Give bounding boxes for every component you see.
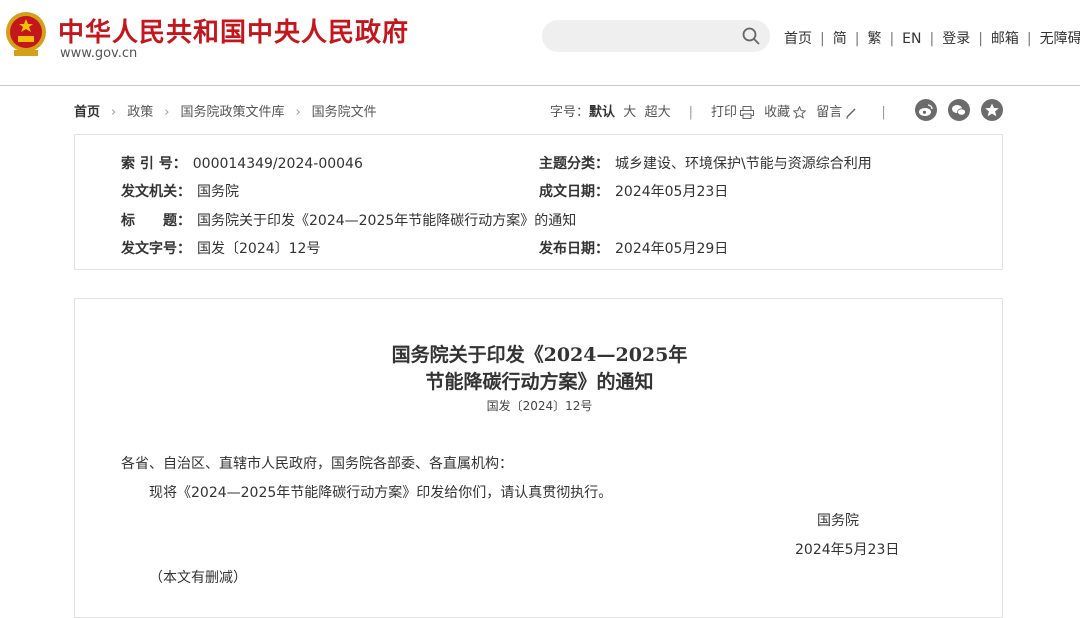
page-tools: 字号：默认 大 超大 | 打印 收藏 留言 |: [550, 101, 904, 120]
star-outline-icon[interactable]: [793, 106, 807, 119]
meta-title-value: 国务院关于印发《2024—2025年节能降碳行动方案》的通知: [197, 213, 577, 229]
breadcrumb: 首页 › 政策 › 国务院政策文件库 › 国务院文件: [74, 101, 377, 120]
nav-separator: |: [820, 31, 825, 47]
print-button[interactable]: 打印: [711, 105, 737, 120]
search-box: [542, 20, 770, 52]
article-title-line1: 国务院关于印发《2024—2025年: [391, 344, 688, 366]
meta-publish-date: 发布日期： 2024年05月29日: [539, 238, 728, 258]
article-salutation: 各省、自治区、直辖市人民政府，国务院各部委、各直属机构：: [121, 456, 513, 472]
tools-divider: |: [881, 105, 886, 120]
font-size-xlarge[interactable]: 超大: [645, 105, 671, 120]
pencil-icon[interactable]: [845, 107, 857, 119]
breadcrumb-policy[interactable]: 政策: [127, 105, 153, 120]
font-size-large[interactable]: 大: [623, 105, 636, 120]
meta-doc-no: 发文字号： 国发〔2024〕12号: [121, 238, 320, 258]
breadcrumb-home[interactable]: 首页: [74, 105, 100, 120]
article-signature: 国务院: [817, 513, 859, 529]
comment-button[interactable]: 留言: [816, 105, 842, 120]
site-title[interactable]: 中华人民共和国中央人民政府: [58, 12, 409, 49]
font-size-label: 字号：: [550, 105, 590, 120]
nav-english[interactable]: EN: [902, 31, 921, 47]
article-content: 国务院关于印发《2024—2025年 节能降碳行动方案》的通知 国发〔2024〕…: [74, 298, 1003, 618]
favorite-star-icon: [985, 103, 999, 117]
nav-mail[interactable]: 邮箱: [991, 31, 1019, 47]
site-url: www.gov.cn: [60, 46, 138, 61]
top-nav: 首页 | 简 | 繁 | EN | 登录 | 邮箱 | 无障碍: [784, 28, 1080, 48]
favorite-button[interactable]: 收藏: [764, 105, 790, 120]
meta-title-label: 标 题：: [121, 213, 191, 229]
chevron-right-icon: ›: [111, 105, 117, 120]
meta-title: 标 题： 国务院关于印发《2024—2025年节能降碳行动方案》的通知: [121, 210, 576, 230]
nav-separator: |: [854, 31, 860, 47]
nav-login[interactable]: 登录: [942, 31, 970, 47]
tools-divider: |: [688, 105, 693, 120]
weibo-share[interactable]: [915, 99, 937, 121]
meta-index-label: 索 引 号：: [121, 156, 187, 172]
header-divider: [0, 85, 1080, 86]
article-date: 2024年5月23日: [795, 542, 900, 558]
meta-doc-no-value: 国发〔2024〕12号: [197, 241, 321, 257]
nav-separator: |: [929, 31, 935, 47]
font-size-default[interactable]: 默认: [589, 105, 615, 120]
national-emblem-icon[interactable]: [4, 10, 48, 60]
chevron-right-icon: ›: [164, 105, 170, 120]
article-note: （本文有删减）: [149, 570, 247, 586]
meta-issuer-label: 发文机关：: [121, 184, 191, 200]
printer-icon[interactable]: [740, 106, 754, 119]
search-input[interactable]: [556, 25, 740, 49]
meta-index: 索 引 号： 000014349/2024-00046: [121, 153, 363, 173]
site-header: 中华人民共和国中央人民政府 www.gov.cn 首页 | 简 | 繁 | EN | 登录 | 邮箱…: [0, 0, 1080, 86]
favorite-share[interactable]: [981, 99, 1003, 121]
meta-category: 主题分类： 城乡建设、环境保护\节能与资源综合利用: [539, 153, 872, 173]
nav-simplified[interactable]: 简: [833, 31, 847, 47]
meta-doc-no-label: 发文字号：: [121, 241, 191, 257]
meta-issuer: 发文机关： 国务院: [121, 181, 239, 201]
meta-index-value: 000014349/2024-00046: [192, 156, 363, 172]
meta-publish-date-label: 发布日期：: [539, 241, 609, 257]
search-icon[interactable]: [742, 27, 760, 45]
meta-date-written-value: 2024年05月23日: [615, 184, 729, 200]
wechat-icon: [952, 105, 966, 116]
meta-category-label: 主题分类：: [539, 156, 609, 172]
document-metadata: 索 引 号： 000014349/2024-00046 主题分类： 城乡建设、环境保…: [74, 134, 1003, 270]
meta-date-written: 成文日期： 2024年05月23日: [539, 181, 728, 201]
meta-publish-date-value: 2024年05月29日: [615, 241, 729, 257]
weibo-icon: [919, 104, 933, 116]
chevron-right-icon: ›: [295, 105, 301, 120]
breadcrumb-library[interactable]: 国务院政策文件库: [180, 105, 284, 120]
nav-traditional[interactable]: 繁: [867, 31, 881, 47]
wechat-share[interactable]: [948, 99, 970, 121]
nav-accessibility[interactable]: 无障碍: [1040, 31, 1080, 47]
nav-home[interactable]: 首页: [784, 31, 812, 47]
nav-separator: |: [1026, 31, 1032, 47]
meta-date-written-label: 成文日期：: [539, 184, 609, 200]
article-body: 现将《2024—2025年节能降碳行动方案》印发给你们，请认真贯彻执行。: [149, 485, 613, 501]
article-doc-number: 国发〔2024〕12号: [486, 399, 593, 413]
nav-separator: |: [978, 31, 983, 47]
nav-separator: |: [889, 31, 895, 47]
meta-issuer-value: 国务院: [197, 184, 239, 200]
breadcrumb-state-council-docs[interactable]: 国务院文件: [312, 105, 377, 120]
article-title-line2: 节能降碳行动方案》的通知: [425, 371, 654, 393]
meta-category-value: 城乡建设、环境保护\节能与资源综合利用: [615, 156, 872, 172]
